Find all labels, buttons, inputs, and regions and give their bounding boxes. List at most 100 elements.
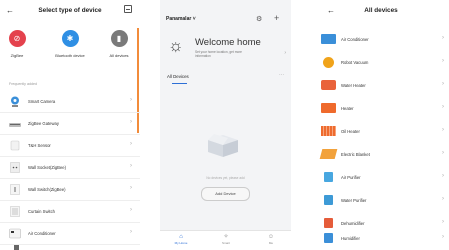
- page-title: All devices: [364, 7, 398, 14]
- list-item[interactable]: Smart Camera ›: [0, 91, 140, 113]
- next-item-icon: [14, 245, 19, 250]
- chevron-right-icon: ›: [442, 196, 444, 202]
- category-zigbee[interactable]: ⊘ ZigBee: [4, 30, 30, 58]
- water-purifier-icon: [324, 195, 333, 205]
- list-item[interactable]: Water Heater ›: [313, 74, 449, 97]
- home-selector[interactable]: Panamalar ˅: [166, 16, 196, 22]
- switch-icon: [10, 184, 20, 195]
- air-conditioner-icon: [321, 34, 336, 44]
- tab-all-devices[interactable]: All Devices: [167, 74, 189, 79]
- chevron-down-icon: ˅: [192, 16, 196, 22]
- all-devices-icon: ▮: [110, 30, 128, 47]
- welcome-title: Welcome home: [195, 37, 261, 48]
- scan-icon[interactable]: [124, 5, 132, 13]
- list-item[interactable]: Humidifier ›: [313, 227, 449, 250]
- tab-me[interactable]: ☺ Me: [256, 234, 286, 245]
- welcome-subtitle[interactable]: Set your home location, get more informa…: [195, 50, 255, 58]
- list-item[interactable]: Curtain Switch ›: [0, 201, 140, 223]
- add-icon[interactable]: +: [274, 13, 279, 23]
- header: ← Select type of device: [0, 0, 140, 24]
- list-item[interactable]: Electric Blanket ›: [313, 143, 449, 166]
- chevron-right-icon: ›: [130, 119, 132, 125]
- gateway-icon: [9, 123, 21, 127]
- chevron-right-icon: ›: [442, 234, 444, 240]
- air-purifier-icon: [324, 172, 333, 182]
- category-label: Bluetooth device: [55, 53, 85, 58]
- select-device-type-screen: ← Select type of device ⊘ ZigBee ✱ Bluet…: [0, 0, 140, 250]
- robot-vacuum-icon: [323, 57, 334, 68]
- tab-label: Smart: [221, 241, 230, 245]
- list-item[interactable]: Oil Heater ›: [313, 120, 449, 143]
- section-label: Frequently added: [9, 82, 37, 86]
- empty-box-icon: [208, 134, 238, 157]
- list-item[interactable]: Wall Switch(ZigBee) ›: [0, 179, 140, 201]
- list-item[interactable]: Heater ›: [313, 97, 449, 120]
- list-item-label: Water Purifier: [341, 198, 367, 203]
- list-item-label: Air Conditioner: [28, 231, 56, 236]
- chevron-right-icon: ›: [442, 219, 444, 225]
- home-screen: Panamalar ˅ ⚙ + ☼ Welcome home Set your …: [160, 0, 291, 250]
- list-item-label: Robot Vacuum: [341, 60, 369, 65]
- list-item[interactable]: T&H Sensor ›: [0, 135, 140, 157]
- chevron-right-icon: ›: [130, 163, 132, 169]
- more-icon[interactable]: ···: [279, 72, 284, 78]
- list-item-label: Smart Camera: [28, 99, 56, 104]
- tab-my-home[interactable]: ⌂ My Home: [166, 234, 196, 245]
- chevron-right-icon: ›: [442, 150, 444, 156]
- category-bluetooth[interactable]: ✱ Bluetooth device: [48, 30, 92, 58]
- list-item[interactable]: Water Purifier ›: [313, 189, 449, 212]
- oil-heater-icon: [321, 126, 336, 136]
- chevron-right-icon: ›: [130, 185, 132, 191]
- list-item[interactable]: Robot Vacuum ›: [313, 51, 449, 74]
- smart-icon: ✧: [223, 234, 229, 240]
- home-icon: ⌂: [179, 234, 183, 240]
- humidifier-icon: [324, 233, 333, 243]
- list-item-label: Wall Socket(ZigBee): [28, 165, 67, 170]
- list-item[interactable]: Air Conditioner ›: [0, 223, 140, 245]
- list-item-label: Humidifier: [341, 236, 360, 241]
- profile-icon: ☺: [267, 234, 275, 240]
- list-item-label: Air Conditioner: [341, 37, 369, 42]
- page-title: Select type of device: [38, 7, 102, 14]
- heater-icon: [321, 103, 336, 113]
- list-item-label: Oil Heater: [341, 129, 360, 134]
- category-label: ZigBee: [10, 53, 24, 58]
- tab-label: My Home: [174, 241, 188, 245]
- gear-icon[interactable]: ⚙: [256, 15, 262, 23]
- list-item-label: Air Purifier: [341, 175, 361, 180]
- list-item-label: Dehumidifier: [341, 221, 365, 226]
- chevron-right-icon: ›: [442, 81, 444, 87]
- tab-smart[interactable]: ✧ Smart: [211, 234, 241, 245]
- zigbee-icon: ⊘: [8, 30, 26, 47]
- active-tab-underline: [172, 83, 187, 84]
- list-item[interactable]: ZigBee Gateway ›: [0, 113, 140, 135]
- all-devices-screen: ← All devices Air Conditioner › Robot Va…: [313, 0, 449, 250]
- header: ← All devices: [313, 0, 449, 24]
- add-device-button[interactable]: Add Device: [201, 187, 250, 201]
- list-item[interactable]: Wall Socket(ZigBee) ›: [0, 157, 140, 179]
- chevron-right-icon[interactable]: ›: [284, 50, 286, 56]
- chevron-right-icon: ›: [442, 127, 444, 133]
- tab-label: Me: [268, 241, 274, 245]
- category-label: All devices: [109, 53, 129, 58]
- chevron-right-icon: ›: [130, 141, 132, 147]
- list-item[interactable]: Air Conditioner ›: [313, 28, 449, 51]
- category-all-devices[interactable]: ▮ All devices: [103, 30, 135, 58]
- bottom-tab-bar: ⌂ My Home ✧ Smart ☺ Me: [160, 230, 291, 250]
- weather-sun-icon: ☼: [168, 36, 184, 55]
- list-item-label: Wall Switch(ZigBee): [28, 187, 66, 192]
- camera-icon: [11, 96, 19, 107]
- chevron-right-icon: ›: [442, 173, 444, 179]
- socket-icon: [10, 162, 20, 173]
- chevron-right-icon: ›: [442, 104, 444, 110]
- list-item-label: Curtain Switch: [28, 209, 55, 214]
- empty-state-text: No devices yet, please add: [206, 176, 245, 180]
- list-item[interactable]: Air Purifier ›: [313, 166, 449, 189]
- electric-blanket-icon: [319, 149, 338, 159]
- list-item-label: Heater: [341, 106, 354, 111]
- chevron-right-icon: ›: [130, 229, 132, 235]
- list-item-label: ZigBee Gateway: [28, 121, 59, 126]
- chevron-right-icon: ›: [130, 97, 132, 103]
- chevron-right-icon: ›: [130, 207, 132, 213]
- air-conditioner-icon: [9, 228, 21, 239]
